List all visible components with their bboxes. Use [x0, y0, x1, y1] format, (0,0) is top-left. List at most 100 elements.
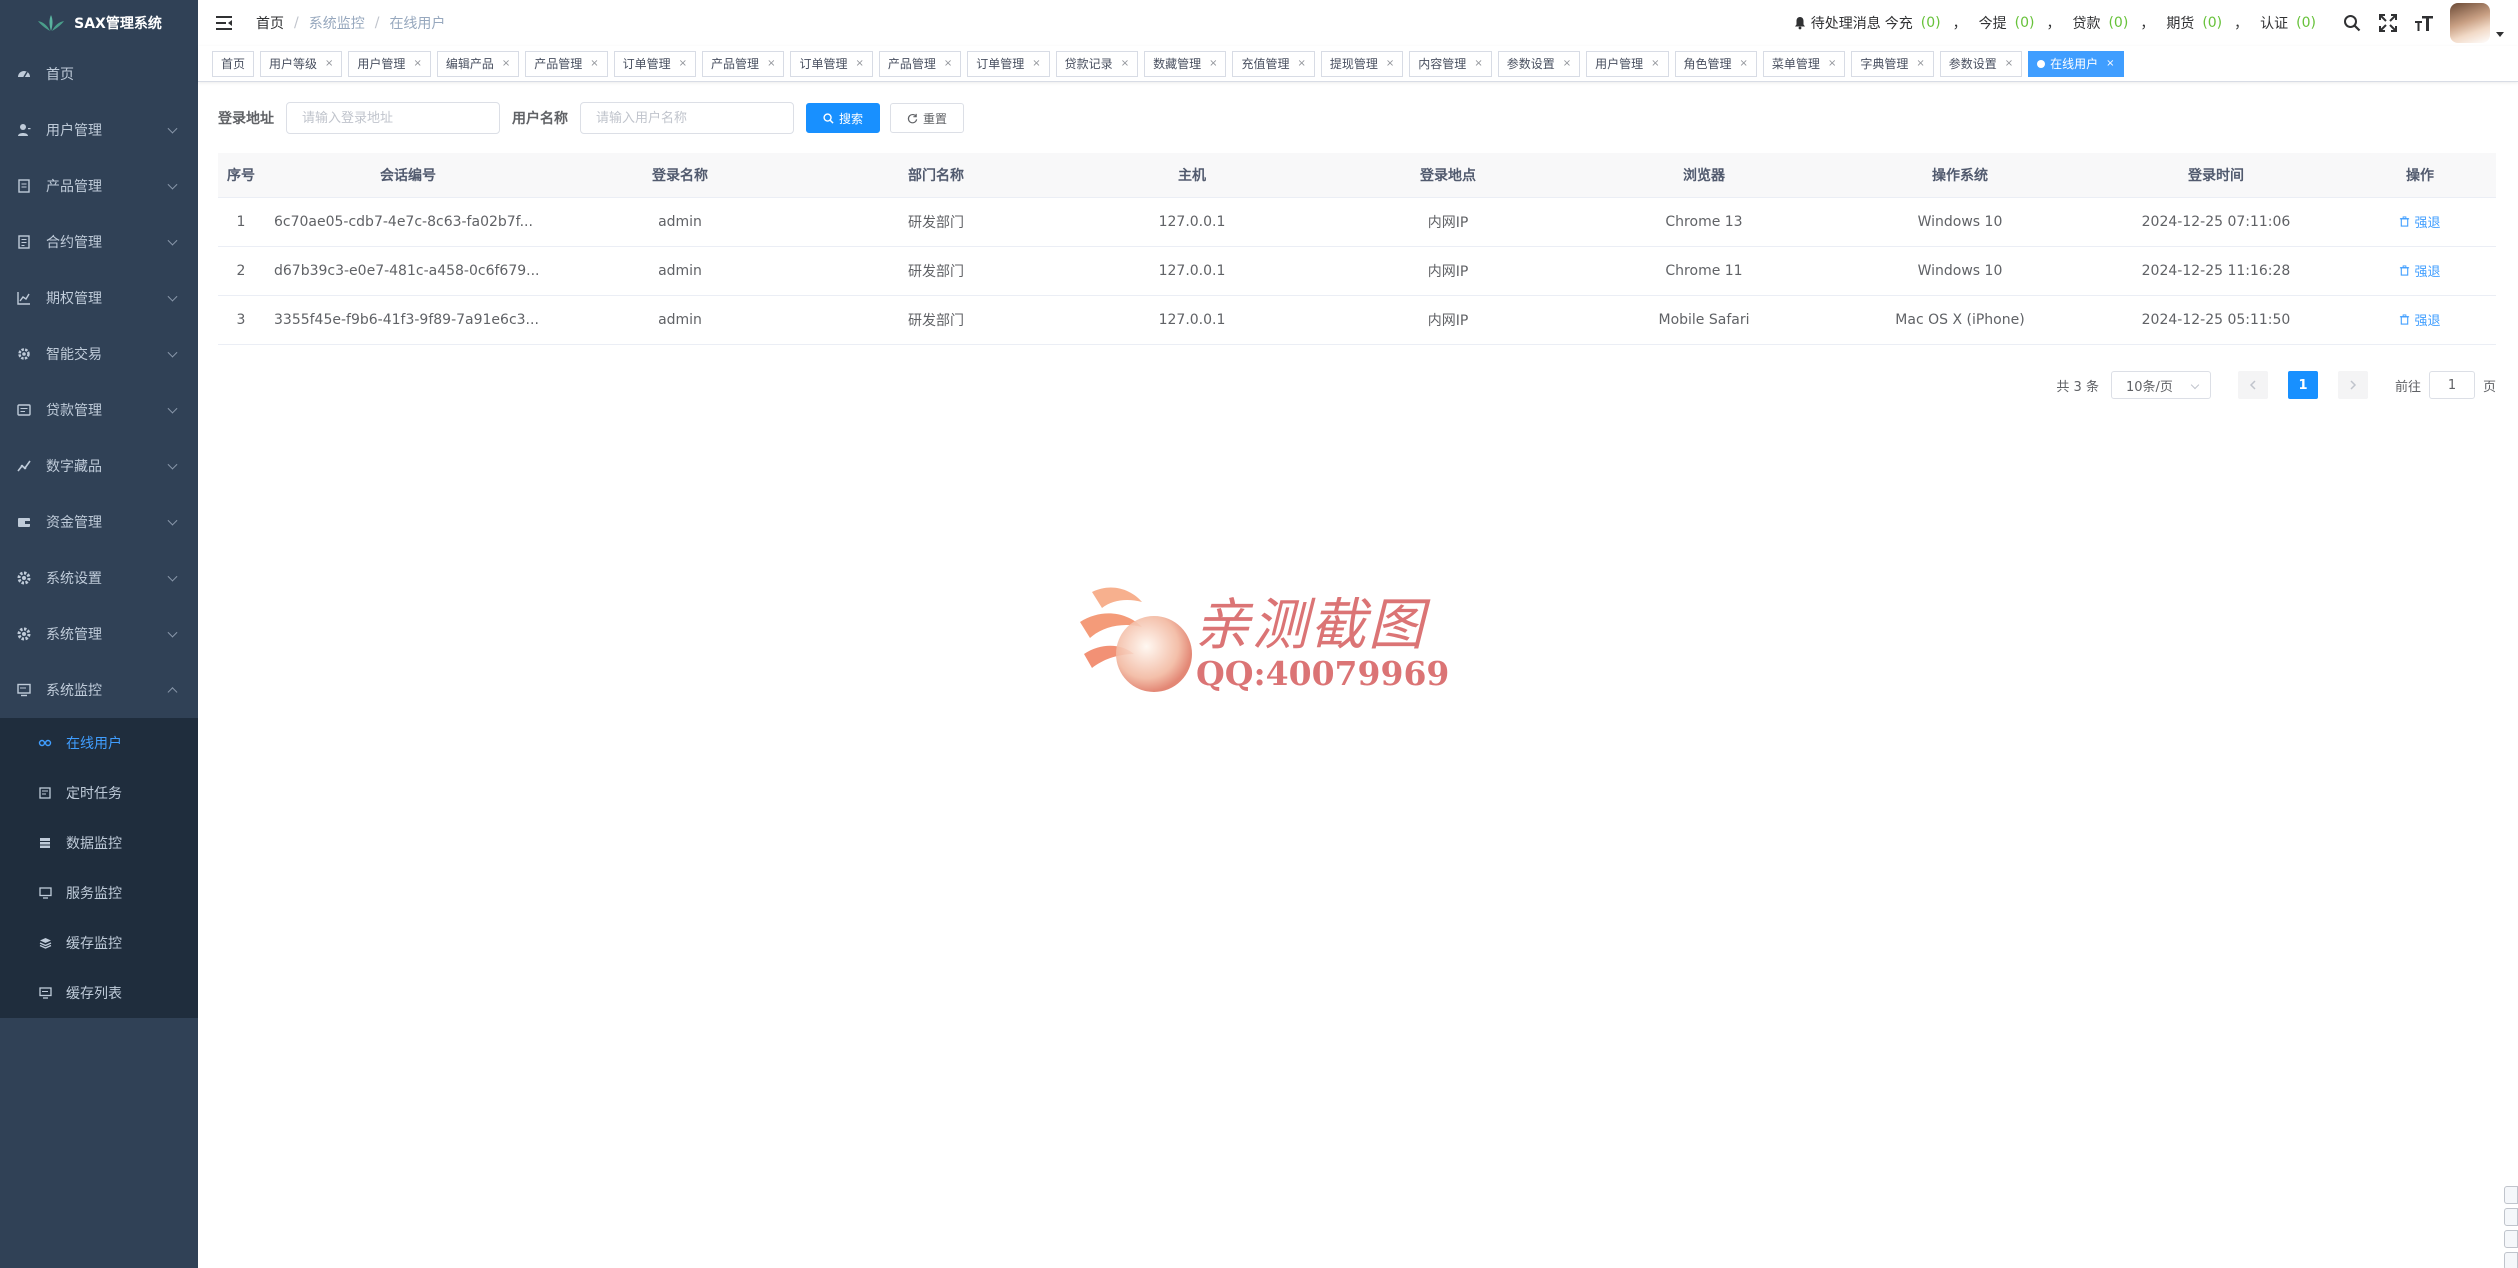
- tag-3[interactable]: 编辑产品 ×: [436, 50, 520, 77]
- pending-messages[interactable]: 待处理消息 今充 (0) ， 今提 (0) ， 贷款 (0) ， 期货 (0) ， 认证 (0): [1793, 13, 2320, 33]
- table-cell: 强退: [2344, 246, 2496, 296]
- sidebar-item-6[interactable]: 贷款管理: [0, 382, 198, 438]
- logo[interactable]: SAX管理系统: [0, 0, 198, 46]
- close-icon[interactable]: ×: [1474, 58, 1482, 69]
- sidebar-item-label: 产品管理: [46, 179, 102, 195]
- tag-18[interactable]: 菜单管理 ×: [1762, 50, 1846, 77]
- tag-15[interactable]: 参数设置 ×: [1497, 50, 1581, 77]
- sidebar-subitem-0[interactable]: 在线用户: [0, 718, 198, 768]
- page-number-1[interactable]: 1: [2287, 371, 2318, 399]
- breadcrumb-system-monitor[interactable]: 系统监控: [309, 13, 365, 33]
- sidebar-subitem-1[interactable]: 定时任务: [0, 768, 198, 818]
- close-icon[interactable]: ×: [325, 58, 333, 69]
- sidebar-item-1[interactable]: 用户管理: [0, 102, 198, 158]
- close-icon[interactable]: ×: [1828, 58, 1836, 69]
- font-size-icon[interactable]: [2414, 13, 2434, 33]
- close-icon[interactable]: ×: [590, 58, 598, 69]
- table-cell: 2024-12-25 07:11:06: [2088, 197, 2344, 247]
- tag-2[interactable]: 用户管理 ×: [348, 50, 431, 77]
- tag-8[interactable]: 产品管理 ×: [878, 50, 962, 77]
- close-icon[interactable]: ×: [1209, 58, 1217, 69]
- sidebar-item-8[interactable]: 资金管理: [0, 494, 198, 550]
- tag-0[interactable]: 首页: [212, 50, 255, 77]
- tag-17[interactable]: 角色管理 ×: [1674, 50, 1757, 77]
- page-jump-input[interactable]: [2428, 371, 2475, 399]
- tag-9[interactable]: 订单管理 ×: [967, 50, 1050, 77]
- edge-tool-button[interactable]: [2504, 1186, 2518, 1204]
- sidebar-subitem-4[interactable]: 缓存监控: [0, 918, 198, 968]
- chart-icon: [16, 290, 32, 306]
- edge-tool-button[interactable]: [2504, 1230, 2518, 1248]
- close-icon[interactable]: ×: [944, 58, 952, 69]
- close-icon[interactable]: ×: [2005, 58, 2013, 69]
- username-input[interactable]: [580, 102, 794, 134]
- close-icon[interactable]: ×: [2106, 58, 2114, 69]
- caret-down-icon[interactable]: [2496, 31, 2504, 37]
- edge-tool-button[interactable]: [2504, 1208, 2518, 1226]
- table-cell: 内网IP: [1320, 197, 1576, 247]
- close-icon[interactable]: ×: [1386, 58, 1394, 69]
- page-size-select[interactable]: 10条/页: [2110, 371, 2211, 399]
- sidebar-item-9[interactable]: 系统设置: [0, 550, 198, 606]
- tag-label: 内容管理: [1418, 57, 1467, 71]
- fullscreen-icon[interactable]: [2378, 13, 2398, 33]
- sidebar-item-label: 智能交易: [46, 347, 102, 363]
- tag-16[interactable]: 用户管理 ×: [1586, 50, 1669, 77]
- search-icon[interactable]: [2342, 13, 2362, 33]
- sidebar-item-2[interactable]: 产品管理: [0, 158, 198, 214]
- sidebar-item-3[interactable]: 合约管理: [0, 214, 198, 270]
- sidebar-subitem-5[interactable]: 缓存列表: [0, 968, 198, 1018]
- tag-4[interactable]: 产品管理 ×: [525, 50, 608, 77]
- tag-20[interactable]: 参数设置 ×: [1939, 50, 2023, 77]
- sidebar-subitem-3[interactable]: 服务监控: [0, 868, 198, 918]
- close-icon[interactable]: ×: [679, 58, 687, 69]
- sidebar-item-11[interactable]: 系统监控: [0, 662, 198, 718]
- settings-icon: [16, 570, 32, 586]
- sidebar-item-10[interactable]: 系统管理: [0, 606, 198, 662]
- tag-13[interactable]: 提现管理 ×: [1320, 50, 1404, 77]
- force-logout-button[interactable]: 强退: [2399, 261, 2441, 280]
- tag-1[interactable]: 用户等级 ×: [260, 50, 343, 77]
- search-button[interactable]: 搜索: [806, 103, 881, 133]
- next-page-button[interactable]: [2337, 371, 2368, 399]
- cache-icon: [38, 936, 52, 950]
- edge-tool-button[interactable]: [2504, 1252, 2518, 1268]
- close-icon[interactable]: ×: [1740, 58, 1748, 69]
- tag-21[interactable]: 在线用户 ×: [2028, 50, 2124, 77]
- tag-14[interactable]: 内容管理 ×: [1409, 50, 1492, 77]
- sidebar-item-7[interactable]: 数字藏品: [0, 438, 198, 494]
- ip-input[interactable]: [286, 102, 500, 134]
- close-icon[interactable]: ×: [1916, 58, 1924, 69]
- close-icon[interactable]: ×: [413, 58, 421, 69]
- avatar[interactable]: [2450, 3, 2490, 43]
- close-icon[interactable]: ×: [1651, 58, 1659, 69]
- breadcrumb-home[interactable]: 首页: [256, 13, 284, 33]
- close-icon[interactable]: ×: [502, 58, 510, 69]
- prev-page-button[interactable]: [2237, 371, 2268, 399]
- reset-button-label: 重置: [923, 111, 948, 126]
- sidebar-item-0[interactable]: 首页: [0, 46, 198, 102]
- tag-5[interactable]: 订单管理 ×: [613, 50, 697, 77]
- close-icon[interactable]: ×: [855, 58, 863, 69]
- table-cell: 127.0.0.1: [1064, 197, 1320, 247]
- tag-7[interactable]: 订单管理 ×: [790, 50, 873, 77]
- close-icon[interactable]: ×: [767, 58, 775, 69]
- close-icon[interactable]: ×: [1032, 58, 1040, 69]
- tag-11[interactable]: 数藏管理 ×: [1144, 50, 1227, 77]
- hamburger-icon[interactable]: [214, 13, 234, 33]
- table-cell: 2024-12-25 11:16:28: [2088, 246, 2344, 296]
- sidebar-item-4[interactable]: 期权管理: [0, 270, 198, 326]
- sidebar-subitem-2[interactable]: 数据监控: [0, 818, 198, 868]
- close-icon[interactable]: ×: [1121, 58, 1129, 69]
- close-icon[interactable]: ×: [1563, 58, 1571, 69]
- tag-12[interactable]: 充值管理 ×: [1232, 50, 1315, 77]
- tag-6[interactable]: 产品管理 ×: [702, 50, 785, 77]
- sidebar-item-5[interactable]: 智能交易: [0, 326, 198, 382]
- tag-19[interactable]: 字典管理 ×: [1851, 50, 1934, 77]
- reset-button[interactable]: 重置: [890, 103, 965, 133]
- force-logout-button[interactable]: 强退: [2399, 212, 2441, 231]
- sidebar-item-label: 用户管理: [46, 123, 102, 139]
- tag-10[interactable]: 贷款记录 ×: [1055, 50, 1139, 77]
- force-logout-button[interactable]: 强退: [2399, 310, 2441, 329]
- close-icon[interactable]: ×: [1298, 58, 1306, 69]
